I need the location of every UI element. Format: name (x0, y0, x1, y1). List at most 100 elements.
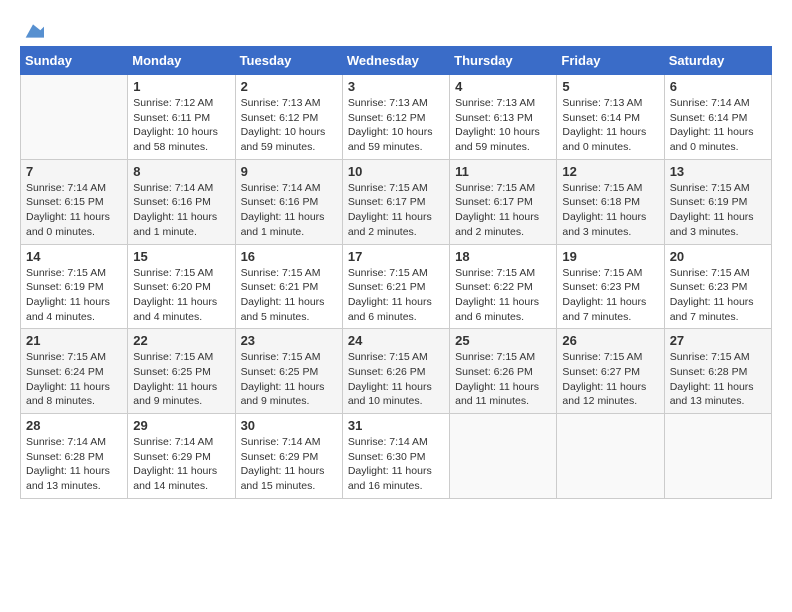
calendar-cell: 29 Sunrise: 7:14 AMSunset: 6:29 PMDayligh… (128, 414, 235, 499)
calendar-week-row: 1 Sunrise: 7:12 AMSunset: 6:11 PMDaylight… (21, 75, 772, 160)
day-info: Sunrise: 7:15 AMSunset: 6:18 PMDaylight:… (562, 181, 658, 240)
calendar-cell: 17 Sunrise: 7:15 AMSunset: 6:21 PMDayligh… (342, 244, 449, 329)
day-info: Sunrise: 7:15 AMSunset: 6:26 PMDaylight:… (455, 350, 551, 409)
calendar-header-sunday: Sunday (21, 47, 128, 75)
calendar-header-row: SundayMondayTuesdayWednesdayThursdayFrid… (21, 47, 772, 75)
day-info: Sunrise: 7:14 AMSunset: 6:15 PMDaylight:… (26, 181, 122, 240)
logo-icon (22, 20, 44, 42)
calendar-table: SundayMondayTuesdayWednesdayThursdayFrid… (20, 46, 772, 499)
calendar-cell: 10 Sunrise: 7:15 AMSunset: 6:17 PMDayligh… (342, 159, 449, 244)
day-number: 22 (133, 333, 229, 348)
day-info: Sunrise: 7:15 AMSunset: 6:19 PMDaylight:… (26, 266, 122, 325)
calendar-header-thursday: Thursday (450, 47, 557, 75)
day-info: Sunrise: 7:15 AMSunset: 6:17 PMDaylight:… (348, 181, 444, 240)
day-number: 24 (348, 333, 444, 348)
calendar-cell: 30 Sunrise: 7:14 AMSunset: 6:29 PMDayligh… (235, 414, 342, 499)
calendar-week-row: 7Sunrise: 7:14 AMSunset: 6:15 PMDaylight… (21, 159, 772, 244)
day-number: 16 (241, 249, 337, 264)
calendar-cell: 19 Sunrise: 7:15 AMSunset: 6:23 PMDayligh… (557, 244, 664, 329)
day-info: Sunrise: 7:15 AMSunset: 6:24 PMDaylight:… (26, 350, 122, 409)
day-number: 10 (348, 164, 444, 179)
calendar-cell: 7Sunrise: 7:14 AMSunset: 6:15 PMDaylight… (21, 159, 128, 244)
calendar-header-monday: Monday (128, 47, 235, 75)
day-number: 20 (670, 249, 766, 264)
day-info: Sunrise: 7:14 AMSunset: 6:28 PMDaylight:… (26, 435, 122, 494)
calendar-cell: 20 Sunrise: 7:15 AMSunset: 6:23 PMDayligh… (664, 244, 771, 329)
day-number: 2 (241, 79, 337, 94)
calendar-cell: 14 Sunrise: 7:15 AMSunset: 6:19 PMDayligh… (21, 244, 128, 329)
day-number: 28 (26, 418, 122, 433)
day-number: 8 (133, 164, 229, 179)
calendar-cell: 11 Sunrise: 7:15 AMSunset: 6:17 PMDayligh… (450, 159, 557, 244)
day-info: Sunrise: 7:12 AMSunset: 6:11 PMDaylight:… (133, 96, 229, 155)
day-info: Sunrise: 7:15 AMSunset: 6:23 PMDaylight:… (670, 266, 766, 325)
calendar-cell: 21 Sunrise: 7:15 AMSunset: 6:24 PMDayligh… (21, 329, 128, 414)
calendar-cell (21, 75, 128, 160)
day-number: 11 (455, 164, 551, 179)
day-info: Sunrise: 7:15 AMSunset: 6:19 PMDaylight:… (670, 181, 766, 240)
day-number: 6 (670, 79, 766, 94)
calendar-cell: 9 Sunrise: 7:14 AMSunset: 6:16 PMDaylight… (235, 159, 342, 244)
day-number: 19 (562, 249, 658, 264)
day-info: Sunrise: 7:15 AMSunset: 6:25 PMDaylight:… (241, 350, 337, 409)
day-number: 25 (455, 333, 551, 348)
day-info: Sunrise: 7:14 AMSunset: 6:14 PMDaylight:… (670, 96, 766, 155)
calendar-cell: 16 Sunrise: 7:15 AMSunset: 6:21 PMDayligh… (235, 244, 342, 329)
day-number: 27 (670, 333, 766, 348)
day-info: Sunrise: 7:15 AMSunset: 6:20 PMDaylight:… (133, 266, 229, 325)
calendar-week-row: 28 Sunrise: 7:14 AMSunset: 6:28 PMDayligh… (21, 414, 772, 499)
calendar-cell: 24 Sunrise: 7:15 AMSunset: 6:26 PMDayligh… (342, 329, 449, 414)
day-info: Sunrise: 7:15 AMSunset: 6:26 PMDaylight:… (348, 350, 444, 409)
day-number: 21 (26, 333, 122, 348)
day-info: Sunrise: 7:15 AMSunset: 6:21 PMDaylight:… (348, 266, 444, 325)
calendar-cell: 5Sunrise: 7:13 AMSunset: 6:14 PMDaylight… (557, 75, 664, 160)
day-info: Sunrise: 7:13 AMSunset: 6:12 PMDaylight:… (241, 96, 337, 155)
day-number: 3 (348, 79, 444, 94)
calendar-cell (450, 414, 557, 499)
day-info: Sunrise: 7:13 AMSunset: 6:13 PMDaylight:… (455, 96, 551, 155)
day-info: Sunrise: 7:15 AMSunset: 6:21 PMDaylight:… (241, 266, 337, 325)
calendar-cell: 4 Sunrise: 7:13 AMSunset: 6:13 PMDaylight… (450, 75, 557, 160)
day-number: 1 (133, 79, 229, 94)
calendar-week-row: 14 Sunrise: 7:15 AMSunset: 6:19 PMDayligh… (21, 244, 772, 329)
calendar-header-tuesday: Tuesday (235, 47, 342, 75)
day-info: Sunrise: 7:14 AMSunset: 6:29 PMDaylight:… (133, 435, 229, 494)
logo (20, 20, 44, 36)
day-info: Sunrise: 7:15 AMSunset: 6:17 PMDaylight:… (455, 181, 551, 240)
day-number: 13 (670, 164, 766, 179)
day-number: 9 (241, 164, 337, 179)
day-number: 29 (133, 418, 229, 433)
calendar-cell: 12 Sunrise: 7:15 AMSunset: 6:18 PMDayligh… (557, 159, 664, 244)
day-number: 4 (455, 79, 551, 94)
calendar-cell: 27Sunrise: 7:15 AMSunset: 6:28 PMDayligh… (664, 329, 771, 414)
calendar-cell: 26 Sunrise: 7:15 AMSunset: 6:27 PMDayligh… (557, 329, 664, 414)
calendar-cell: 2 Sunrise: 7:13 AMSunset: 6:12 PMDaylight… (235, 75, 342, 160)
calendar-cell: 1 Sunrise: 7:12 AMSunset: 6:11 PMDaylight… (128, 75, 235, 160)
calendar-cell: 31 Sunrise: 7:14 AMSunset: 6:30 PMDayligh… (342, 414, 449, 499)
calendar-cell: 28 Sunrise: 7:14 AMSunset: 6:28 PMDayligh… (21, 414, 128, 499)
day-number: 26 (562, 333, 658, 348)
day-number: 17 (348, 249, 444, 264)
calendar-cell: 25 Sunrise: 7:15 AMSunset: 6:26 PMDayligh… (450, 329, 557, 414)
day-number: 12 (562, 164, 658, 179)
day-number: 23 (241, 333, 337, 348)
calendar-cell: 3 Sunrise: 7:13 AMSunset: 6:12 PMDaylight… (342, 75, 449, 160)
day-number: 14 (26, 249, 122, 264)
day-number: 5 (562, 79, 658, 94)
day-info: Sunrise: 7:13 AMSunset: 6:12 PMDaylight:… (348, 96, 444, 155)
day-info: Sunrise: 7:15 AMSunset: 6:25 PMDaylight:… (133, 350, 229, 409)
calendar-cell (664, 414, 771, 499)
day-info: Sunrise: 7:15 AMSunset: 6:23 PMDaylight:… (562, 266, 658, 325)
day-info: Sunrise: 7:14 AMSunset: 6:16 PMDaylight:… (241, 181, 337, 240)
calendar-cell: 13 Sunrise: 7:15 AMSunset: 6:19 PMDayligh… (664, 159, 771, 244)
calendar-cell (557, 414, 664, 499)
day-info: Sunrise: 7:14 AMSunset: 6:29 PMDaylight:… (241, 435, 337, 494)
day-number: 15 (133, 249, 229, 264)
calendar-cell: 15 Sunrise: 7:15 AMSunset: 6:20 PMDayligh… (128, 244, 235, 329)
calendar-header-wednesday: Wednesday (342, 47, 449, 75)
day-number: 31 (348, 418, 444, 433)
calendar-header-saturday: Saturday (664, 47, 771, 75)
day-info: Sunrise: 7:15 AMSunset: 6:27 PMDaylight:… (562, 350, 658, 409)
day-info: Sunrise: 7:14 AMSunset: 6:30 PMDaylight:… (348, 435, 444, 494)
day-number: 30 (241, 418, 337, 433)
